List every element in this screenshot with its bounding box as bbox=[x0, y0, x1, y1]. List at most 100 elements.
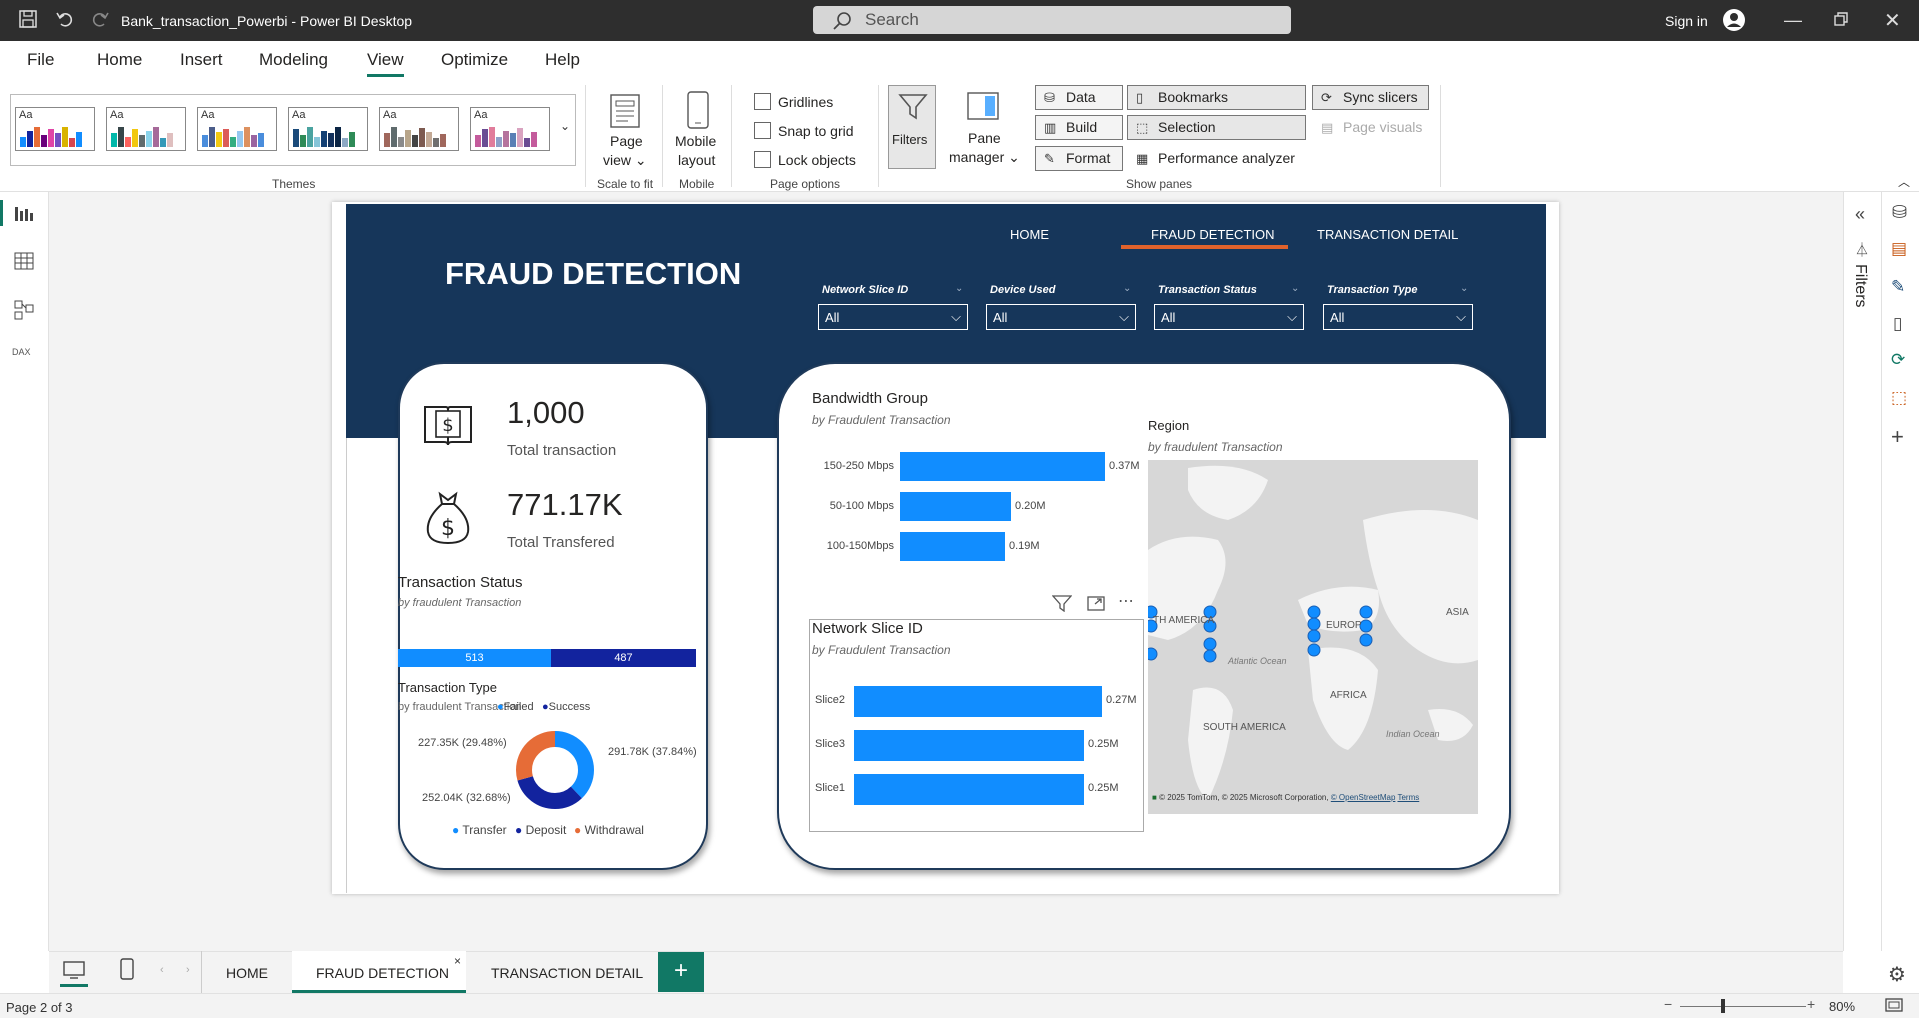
region-map[interactable]: TH AMERICA EUROP ASIA Atlantic Ocean AFR… bbox=[1148, 460, 1478, 814]
table-view-icon[interactable] bbox=[14, 252, 34, 275]
menu-home[interactable]: Home bbox=[97, 50, 142, 70]
status-stacked-bar[interactable]: 513 487 bbox=[398, 649, 696, 667]
filters-pane-label[interactable]: Filters bbox=[1851, 264, 1869, 308]
tab-fraud-detection[interactable]: FRAUD DETECTION bbox=[316, 965, 449, 981]
data-pane-button[interactable]: ⛁ Data bbox=[1035, 85, 1123, 110]
menu-file[interactable]: File bbox=[27, 50, 54, 70]
bar-100-150mbps[interactable] bbox=[900, 532, 1005, 561]
selection-pane-button[interactable]: ⬚ Selection bbox=[1127, 115, 1306, 140]
menu-help[interactable]: Help bbox=[545, 50, 580, 70]
theme-swatch-4[interactable]: Aa bbox=[288, 107, 368, 151]
chevron-down-icon[interactable]: ⌄ bbox=[955, 283, 963, 294]
theme-swatch-6[interactable]: Aa bbox=[470, 107, 550, 151]
menu-view[interactable]: View bbox=[367, 50, 404, 77]
collapse-ribbon-icon[interactable]: ︿ bbox=[1898, 173, 1910, 190]
add-page-button[interactable]: + bbox=[658, 952, 704, 992]
bar-slice3[interactable] bbox=[854, 730, 1084, 761]
slicer-transaction-status[interactable]: All ⌵ bbox=[1154, 304, 1304, 330]
status-segment-success[interactable]: 487 bbox=[551, 649, 696, 667]
save-icon[interactable] bbox=[18, 9, 38, 34]
snap-to-grid-label[interactable]: Snap to grid bbox=[778, 123, 854, 139]
pane-manager-icon[interactable] bbox=[966, 91, 1000, 126]
bar-50-100-mbps[interactable] bbox=[900, 492, 1011, 521]
undo-icon[interactable] bbox=[55, 9, 75, 34]
close-tab-icon[interactable]: × bbox=[454, 954, 461, 968]
tab-transaction-detail[interactable]: TRANSACTION DETAIL bbox=[491, 965, 643, 981]
format-visual-icon[interactable]: ✎ bbox=[1891, 277, 1905, 297]
settings-gear-icon[interactable]: ⚙ bbox=[1888, 962, 1906, 987]
restore-icon[interactable] bbox=[1834, 12, 1848, 31]
status-segment-failed[interactable]: 513 bbox=[398, 649, 551, 667]
scroll-tabs-left-icon[interactable]: ‹ bbox=[160, 964, 164, 976]
themes-dropdown-icon[interactable]: ⌄ bbox=[560, 119, 570, 133]
menu-optimize[interactable]: Optimize bbox=[441, 50, 508, 70]
lock-objects-label[interactable]: Lock objects bbox=[778, 152, 856, 168]
model-view-icon[interactable] bbox=[14, 300, 34, 325]
nav-fraud-detection[interactable]: FRAUD DETECTION bbox=[1151, 227, 1275, 242]
report-view-icon[interactable] bbox=[14, 204, 34, 227]
zoom-in-icon[interactable]: + bbox=[1807, 996, 1815, 1012]
theme-swatch-1[interactable]: Aa bbox=[15, 107, 95, 151]
bandwidth-bar-chart[interactable]: 150-250 Mbps 0.37M 50-100 Mbps 0.20M 100-150… bbox=[805, 452, 1145, 572]
theme-swatch-5[interactable]: Aa bbox=[379, 107, 459, 151]
expand-pane-icon[interactable]: « bbox=[1855, 204, 1865, 225]
slicer-device-used[interactable]: All ⌵ bbox=[986, 304, 1136, 330]
bar-150-250-mbps[interactable] bbox=[900, 452, 1105, 481]
performance-analyzer-button[interactable]: ▦ Performance analyzer bbox=[1127, 146, 1306, 171]
more-options-icon[interactable]: ⋯ bbox=[1118, 591, 1134, 611]
redo-icon[interactable] bbox=[90, 9, 110, 34]
tab-home[interactable]: HOME bbox=[226, 965, 268, 981]
theme-swatch-3[interactable]: Aa bbox=[197, 107, 277, 151]
build-pane-button[interactable]: ▥ Build bbox=[1035, 115, 1123, 140]
page-view-label-1[interactable]: Page bbox=[610, 133, 643, 149]
lock-objects-checkbox[interactable] bbox=[754, 151, 771, 168]
snap-to-grid-checkbox[interactable] bbox=[754, 122, 771, 139]
page-view-icon[interactable] bbox=[608, 91, 642, 134]
filters-pane-button[interactable]: Filters bbox=[888, 85, 936, 169]
close-window-icon[interactable]: ✕ bbox=[1884, 8, 1901, 33]
fit-to-page-icon[interactable] bbox=[1885, 997, 1903, 1018]
bar-slice2[interactable] bbox=[854, 686, 1102, 717]
zoom-slider-track[interactable] bbox=[1680, 1006, 1806, 1007]
pane-manager-label-2[interactable]: manager ⌄ bbox=[949, 149, 1020, 166]
terms-link[interactable]: Terms bbox=[1397, 793, 1419, 802]
sign-in-link[interactable]: Sign in bbox=[1665, 13, 1708, 29]
data-pane-icon[interactable]: ⛁ bbox=[1892, 202, 1907, 223]
gridlines-checkbox[interactable] bbox=[754, 93, 771, 110]
chevron-down-icon[interactable]: ⌄ bbox=[1291, 283, 1299, 294]
mobile-layout-icon[interactable] bbox=[685, 90, 711, 135]
desktop-layout-icon[interactable] bbox=[62, 960, 86, 985]
search-box[interactable]: Search bbox=[813, 6, 1291, 34]
bookmarks-pane-button[interactable]: ▯ Bookmarks bbox=[1127, 85, 1306, 110]
dax-query-view-icon[interactable]: DAX bbox=[12, 347, 31, 357]
nav-transaction-detail[interactable]: TRANSACTION DETAIL bbox=[1317, 227, 1458, 242]
theme-swatch-2[interactable]: Aa bbox=[106, 107, 186, 151]
mobile-layout-icon[interactable] bbox=[120, 958, 134, 985]
mobile-layout-label-1[interactable]: Mobile bbox=[675, 133, 716, 149]
add-pane-icon[interactable]: + bbox=[1891, 424, 1904, 450]
page-view-label-2[interactable]: view ⌄ bbox=[603, 152, 647, 169]
pane-manager-label-1[interactable]: Pane bbox=[968, 130, 1001, 146]
account-icon[interactable] bbox=[1722, 8, 1746, 37]
network-slice-bar-chart[interactable]: Slice2 0.27M Slice3 0.25M Slice1 0.25M bbox=[811, 686, 1144, 816]
slicer-network-slice[interactable]: All ⌵ bbox=[818, 304, 968, 330]
chevron-down-icon[interactable]: ⌄ bbox=[1460, 283, 1468, 294]
selection-pane-icon[interactable]: ⬚ bbox=[1891, 388, 1907, 408]
minimize-icon[interactable]: — bbox=[1784, 10, 1802, 31]
bookmark-icon[interactable]: ▯ bbox=[1893, 314, 1902, 334]
bar-slice1[interactable] bbox=[854, 774, 1084, 805]
transaction-type-donut[interactable] bbox=[510, 725, 600, 815]
zoom-slider-thumb[interactable] bbox=[1721, 999, 1725, 1013]
page-visuals-button[interactable]: ▤ Page visuals bbox=[1312, 115, 1429, 140]
chevron-down-icon[interactable]: ⌄ bbox=[1123, 283, 1131, 294]
sync-slicers-button[interactable]: ⟳ Sync slicers bbox=[1312, 85, 1429, 110]
sync-slicers-icon[interactable]: ⟳ bbox=[1891, 350, 1905, 370]
scroll-tabs-right-icon[interactable]: › bbox=[186, 964, 190, 976]
menu-modeling[interactable]: Modeling bbox=[259, 50, 328, 70]
filters-pane-collapsed[interactable]: « ⏃ Filters bbox=[1843, 192, 1881, 951]
focus-mode-icon[interactable] bbox=[1086, 594, 1106, 617]
openstreetmap-link[interactable]: © OpenStreetMap bbox=[1331, 793, 1396, 802]
mobile-layout-label-2[interactable]: layout bbox=[678, 152, 715, 168]
visual-filter-icon[interactable] bbox=[1051, 594, 1073, 617]
build-visual-icon[interactable]: ▤ bbox=[1891, 239, 1907, 259]
